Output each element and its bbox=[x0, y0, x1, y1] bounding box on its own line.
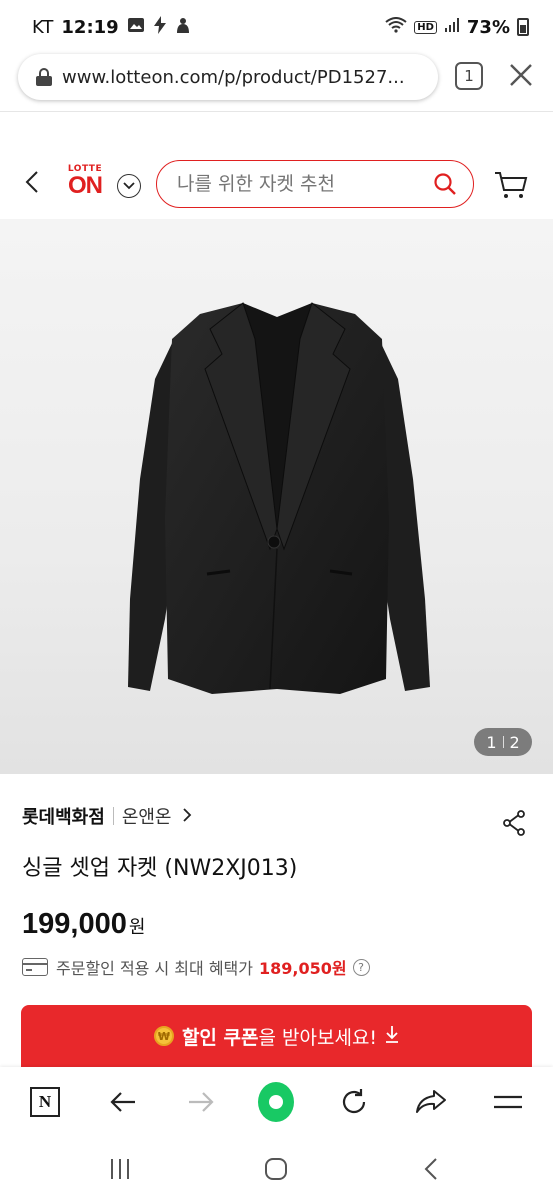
carrier-label: KT bbox=[32, 16, 54, 38]
price: 199,000 bbox=[22, 908, 127, 940]
refresh-button[interactable] bbox=[336, 1084, 372, 1120]
brand-name[interactable]: 롯데백화점 bbox=[22, 803, 105, 829]
close-icon[interactable] bbox=[506, 62, 536, 92]
credit-card-icon bbox=[22, 958, 48, 976]
jacket-image bbox=[128, 302, 430, 694]
green-dot-button[interactable] bbox=[258, 1082, 294, 1122]
product-image[interactable]: 1 2 bbox=[0, 219, 553, 774]
brand-row[interactable]: 롯데백화점 온앤온 bbox=[22, 803, 192, 829]
address-bar[interactable]: www.lotteon.com/p/product/PD1527... bbox=[18, 54, 438, 100]
price-row: 199,000 원 bbox=[22, 908, 145, 941]
battery-icon bbox=[517, 18, 529, 36]
arrow-right-icon bbox=[189, 1092, 214, 1112]
benefit-label: 주문할인 적용 시 최대 혜택가 bbox=[56, 959, 253, 978]
share-arrow-icon bbox=[416, 1090, 446, 1113]
recent-apps-button[interactable] bbox=[108, 1157, 132, 1181]
hamburger-icon bbox=[494, 1095, 522, 1109]
divider bbox=[502, 736, 504, 748]
arrow-left-icon bbox=[110, 1092, 135, 1112]
benefit-price-row: 주문할인 적용 시 최대 혜택가 189,050원 ? bbox=[22, 955, 370, 979]
gallery-icon bbox=[127, 17, 145, 38]
menu-button[interactable] bbox=[490, 1084, 526, 1120]
back-button[interactable] bbox=[22, 170, 44, 194]
site-header: LOTTE ON bbox=[0, 140, 553, 220]
url-text: www.lotteon.com/p/product/PD1527... bbox=[62, 66, 405, 88]
share-page-button[interactable] bbox=[413, 1084, 449, 1120]
coupon-strong-text: 할인 쿠폰 bbox=[181, 1026, 259, 1049]
tab-switcher-button[interactable]: 1 bbox=[455, 62, 483, 90]
download-arrow-icon bbox=[385, 1025, 399, 1048]
image-current: 1 bbox=[486, 732, 497, 752]
price-unit: 원 bbox=[128, 917, 146, 938]
divider bbox=[0, 111, 553, 112]
nav-forward-button[interactable] bbox=[183, 1084, 219, 1120]
search-bar[interactable] bbox=[156, 160, 474, 208]
lock-icon bbox=[36, 68, 52, 86]
divider bbox=[112, 807, 114, 825]
coupon-text: 을 받아보세요! bbox=[258, 1026, 378, 1049]
chevron-right-icon[interactable] bbox=[182, 807, 192, 826]
browser-toolbar: www.lotteon.com/p/product/PD1527... 1 bbox=[0, 54, 553, 110]
bag-icon bbox=[175, 16, 191, 39]
clock: 12:19 bbox=[61, 16, 119, 38]
help-icon[interactable]: ? bbox=[352, 958, 370, 976]
cart-icon[interactable] bbox=[494, 170, 528, 200]
naver-n-icon: N bbox=[30, 1087, 60, 1117]
hd-badge: HD bbox=[414, 20, 437, 34]
wifi-icon bbox=[385, 16, 407, 38]
recents-icon bbox=[111, 1159, 129, 1179]
sub-brand-name[interactable]: 온앤온 bbox=[122, 803, 172, 829]
product-title: 싱글 셋업 자켓 (NW2XJ013) bbox=[22, 856, 298, 881]
logo-big-text: ON bbox=[68, 172, 103, 199]
system-nav-bar bbox=[0, 1139, 553, 1200]
coin-icon: ₩ bbox=[153, 1026, 174, 1046]
benefit-price: 189,050원 bbox=[258, 959, 347, 978]
refresh-icon bbox=[342, 1089, 366, 1114]
lightning-icon bbox=[153, 15, 167, 39]
signal-icon bbox=[444, 17, 460, 38]
home-icon bbox=[265, 1158, 287, 1180]
share-icon[interactable] bbox=[502, 810, 526, 836]
back-chevron-icon bbox=[424, 1158, 437, 1180]
system-back-button[interactable] bbox=[420, 1157, 444, 1181]
image-counter: 1 2 bbox=[474, 728, 532, 756]
image-total: 2 bbox=[509, 732, 520, 752]
search-icon[interactable] bbox=[433, 172, 457, 196]
lotte-on-logo[interactable]: LOTTE ON bbox=[62, 164, 108, 204]
green-circle-icon bbox=[258, 1082, 294, 1122]
home-button[interactable] bbox=[264, 1157, 288, 1181]
naver-home-button[interactable]: N bbox=[27, 1084, 63, 1120]
nav-back-button[interactable] bbox=[105, 1084, 141, 1120]
search-input[interactable] bbox=[177, 173, 433, 195]
status-bar: KT 12:19 HD 73% bbox=[0, 0, 553, 54]
battery-percent: 73% bbox=[466, 16, 510, 38]
coupon-download-button[interactable]: ₩ 할인 쿠폰 을 받아보세요! bbox=[21, 1005, 532, 1067]
browser-bottom-bar: N bbox=[0, 1067, 553, 1139]
chevron-down-icon[interactable] bbox=[117, 174, 141, 198]
